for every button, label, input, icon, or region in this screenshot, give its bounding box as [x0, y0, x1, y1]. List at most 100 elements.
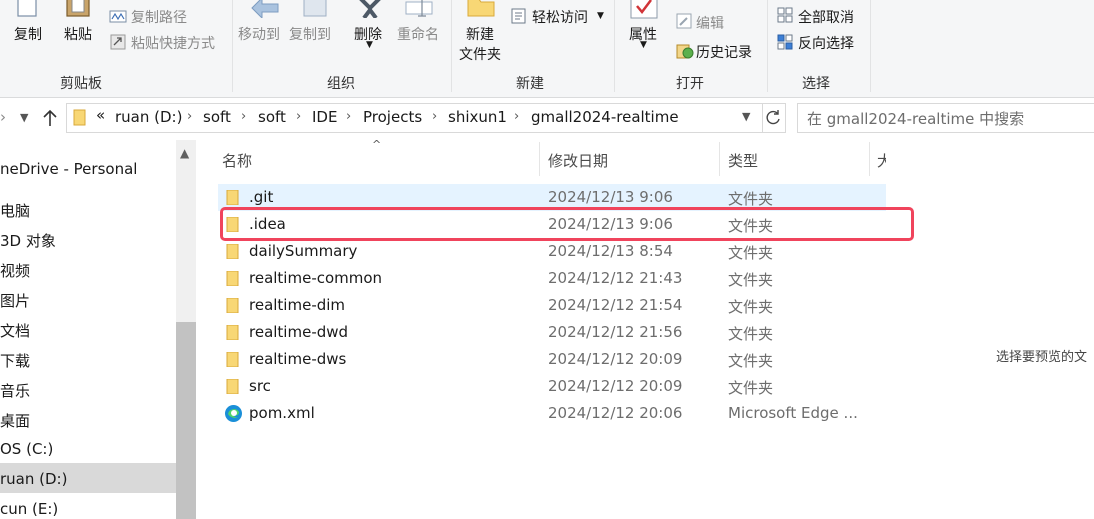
chevron-right-icon[interactable]: › — [296, 109, 301, 124]
address-dropdown-icon[interactable]: ▼ — [742, 110, 750, 123]
column-divider[interactable] — [869, 142, 870, 176]
folder-icon — [226, 190, 239, 205]
new-group-label: 新建 — [516, 76, 544, 92]
easy-access-button[interactable]: 轻松访问 — [532, 7, 588, 27]
file-type: 文件夹 — [728, 352, 774, 370]
folder-icon — [226, 352, 239, 367]
file-name: src — [249, 377, 271, 395]
copy-path-button[interactable]: 复制路径 — [131, 7, 187, 27]
open-group-label: 打开 — [676, 76, 704, 92]
properties-dropdown-icon[interactable]: ▼ — [640, 40, 647, 50]
recent-locations-icon[interactable]: ▼ — [20, 111, 28, 124]
select-none-button[interactable]: 全部取消 — [798, 7, 854, 27]
breadcrumb-soft-2[interactable]: soft — [258, 108, 286, 126]
nav-item-documents[interactable]: 文档 — [0, 320, 30, 341]
breadcrumb-shixun1[interactable]: shixun1 — [448, 108, 507, 126]
new-folder-button-line2[interactable]: 文件夹 — [459, 44, 501, 64]
folder-icon — [226, 379, 239, 394]
nav-item-videos[interactable]: 视频 — [0, 260, 30, 281]
copy-to-button[interactable]: 复制到 — [289, 24, 331, 44]
column-header-name[interactable]: 名称 — [222, 150, 252, 171]
nav-item-music[interactable]: 音乐 — [0, 380, 30, 401]
file-row-realtime-dws[interactable]: realtime-dws 2024/12/12 20:09 文件夹 — [218, 346, 886, 373]
address-refresh-divider — [762, 104, 763, 132]
refresh-icon[interactable] — [765, 109, 782, 126]
search-input[interactable]: 在 gmall2024-realtime 中搜索 — [807, 108, 1024, 129]
sort-ascending-icon: ^ — [372, 138, 382, 151]
column-header-size[interactable]: 大 — [877, 150, 886, 171]
paste-shortcut-icon — [110, 34, 126, 50]
file-row-pom-xml[interactable]: pom.xml 2024/12/12 20:06 Microsoft Edge … — [218, 400, 886, 427]
file-row-realtime-dim[interactable]: realtime-dim 2024/12/12 21:54 文件夹 — [218, 292, 886, 319]
up-arrow-icon[interactable] — [42, 109, 58, 127]
nav-item-pictures[interactable]: 图片 — [0, 290, 30, 311]
easy-access-icon — [511, 8, 526, 24]
rename-button[interactable]: 重命名 — [397, 24, 439, 44]
file-row-realtime-dwd[interactable]: realtime-dwd 2024/12/12 21:56 文件夹 — [218, 319, 886, 346]
file-row-src[interactable]: src 2024/12/12 20:09 文件夹 — [218, 373, 886, 400]
chevron-right-icon[interactable]: › — [241, 109, 246, 124]
copy-path-icon — [109, 10, 127, 23]
file-row-dailysummary[interactable]: dailySummary 2024/12/13 8:54 文件夹 — [218, 238, 886, 265]
column-header-date[interactable]: 修改日期 — [548, 150, 608, 171]
new-folder-button[interactable]: 新建 — [466, 24, 494, 44]
nav-item-this-pc[interactable]: 电脑 — [0, 200, 30, 221]
file-type: 文件夹 — [728, 190, 774, 208]
file-date: 2024/12/12 20:09 — [548, 350, 683, 368]
file-name: .git — [249, 188, 274, 206]
copy-button[interactable]: 复制 — [14, 24, 42, 44]
breadcrumb-ide[interactable]: IDE — [312, 108, 337, 126]
file-date: 2024/12/12 21:56 — [548, 323, 683, 341]
nav-item-drive-d[interactable]: ruan (D:) — [0, 470, 67, 488]
file-type: 文件夹 — [728, 271, 774, 289]
breadcrumb-drive[interactable]: ruan (D:) — [115, 108, 182, 126]
ribbon-separator — [614, 0, 615, 92]
file-date: 2024/12/12 21:43 — [548, 269, 683, 287]
folder-icon — [226, 271, 239, 286]
folder-icon — [226, 298, 239, 313]
column-divider[interactable] — [719, 142, 720, 176]
nav-item-drive-c[interactable]: OS (C:) — [0, 440, 53, 458]
preview-pane-text: 选择要预览的文 — [996, 350, 1088, 365]
nav-item-drive-e[interactable]: cun (E:) — [0, 500, 58, 518]
invert-selection-button[interactable]: 反向选择 — [798, 33, 854, 53]
nav-item-onedrive[interactable]: neDrive - Personal — [0, 160, 137, 178]
folder-icon — [226, 244, 239, 259]
paste-shortcut-button[interactable]: 粘贴快捷方式 — [131, 33, 215, 53]
chevron-right-icon[interactable]: › — [514, 109, 519, 124]
rename-icon — [405, 0, 433, 17]
nav-item-3d-objects[interactable]: 3D 对象 — [0, 230, 56, 251]
file-date: 2024/12/12 20:09 — [548, 377, 683, 395]
select-group-label: 选择 — [802, 76, 830, 92]
paste-icon[interactable] — [64, 0, 94, 20]
chevron-right-icon[interactable]: › — [346, 109, 351, 124]
easy-access-dropdown-icon[interactable]: ▼ — [597, 11, 604, 21]
file-type: 文件夹 — [728, 325, 774, 343]
file-name: realtime-dim — [249, 296, 346, 314]
breadcrumb-overflow[interactable]: « — [96, 106, 105, 124]
ribbon-separator — [767, 0, 768, 92]
nav-item-downloads[interactable]: 下载 — [0, 350, 30, 371]
invert-selection-icon — [777, 34, 793, 50]
edit-button[interactable]: 编辑 — [696, 13, 724, 33]
breadcrumb-projects[interactable]: Projects — [363, 108, 422, 126]
move-to-button[interactable]: 移动到 — [238, 24, 280, 44]
file-name: realtime-common — [249, 269, 383, 287]
column-divider[interactable] — [539, 142, 540, 176]
copy-icon[interactable] — [14, 0, 44, 18]
chevron-right-icon[interactable]: › — [187, 109, 192, 124]
breadcrumb-soft-1[interactable]: soft — [203, 108, 231, 126]
nav-scrollbar-thumb[interactable] — [176, 322, 196, 519]
delete-dropdown-icon[interactable]: ▼ — [366, 40, 373, 50]
scroll-up-arrow-icon[interactable]: ▲ — [180, 146, 189, 160]
nav-item-desktop[interactable]: 桌面 — [0, 410, 30, 431]
chevron-right-icon[interactable]: › — [432, 109, 437, 124]
paste-button[interactable]: 粘贴 — [64, 24, 92, 44]
history-button[interactable]: 历史记录 — [696, 42, 752, 62]
file-row-realtime-common[interactable]: realtime-common 2024/12/12 21:43 文件夹 — [218, 265, 886, 292]
file-name: dailySummary — [249, 242, 358, 260]
column-header-type[interactable]: 类型 — [728, 150, 758, 171]
delete-icon — [359, 0, 381, 18]
back-arrow-icon[interactable]: › — [0, 108, 6, 126]
breadcrumb-current-folder[interactable]: gmall2024-realtime — [531, 108, 679, 126]
